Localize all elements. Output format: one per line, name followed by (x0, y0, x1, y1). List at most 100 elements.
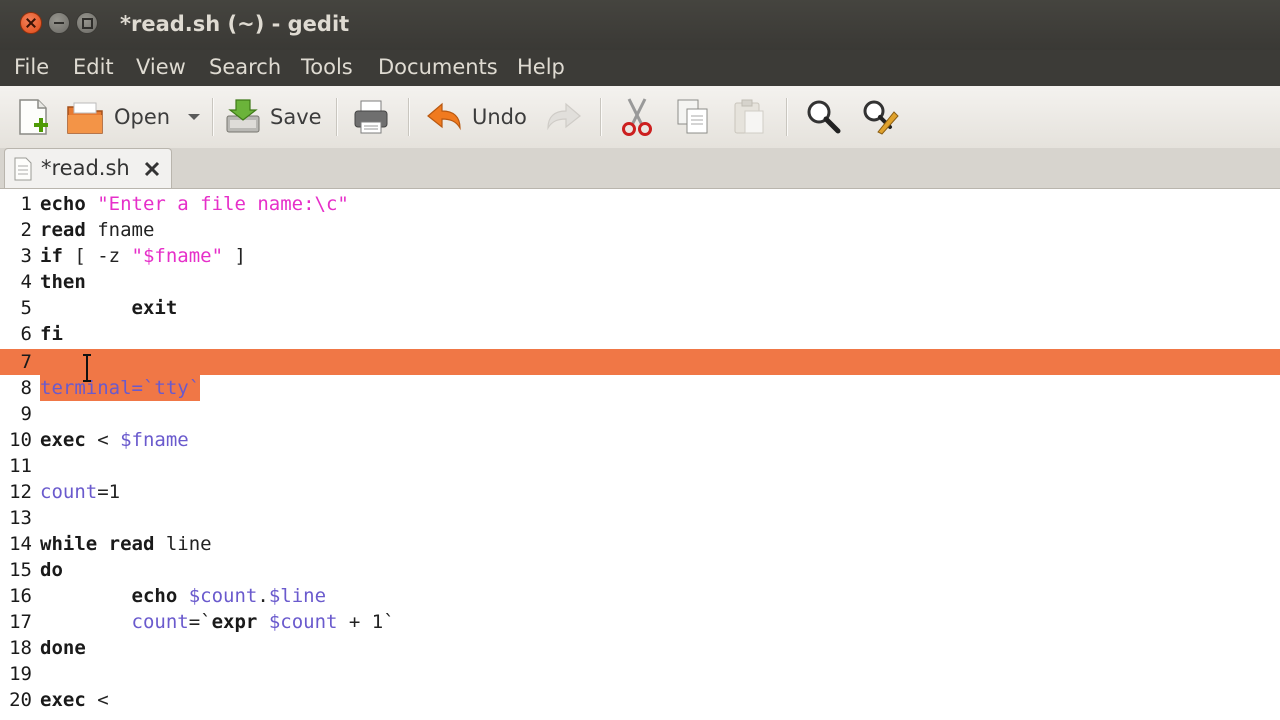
menu-bar: File Edit View Search Tools Documents He… (0, 50, 1280, 86)
toolbar-separator (600, 98, 602, 136)
toolbar-separator (408, 98, 410, 136)
find-replace-icon (863, 100, 899, 135)
toolbar-separator (336, 98, 338, 136)
code-text: fi (40, 323, 63, 345)
line-number: 19 (9, 663, 32, 685)
scissors-icon (622, 98, 652, 136)
line-number: 18 (9, 637, 32, 659)
line-number: 13 (9, 507, 32, 529)
code-line: 6 fi (0, 321, 1280, 347)
menu-view[interactable]: View (136, 55, 186, 79)
undo-button[interactable]: Undo (426, 94, 527, 140)
search-icon (807, 100, 841, 134)
line-number: 10 (9, 429, 32, 451)
line-number: 6 (20, 323, 32, 345)
code-editor[interactable]: 1 echo "Enter a file name:\c" 2 read fna… (0, 189, 1280, 720)
copy-icon (677, 99, 708, 134)
line-number: 14 (9, 533, 32, 555)
code-line: 18 done (0, 635, 1280, 661)
line-number: 16 (9, 585, 32, 607)
minimize-window-button[interactable] (48, 12, 70, 34)
code-text: exit (131, 297, 178, 319)
window-title: *read.sh (~) - gedit (120, 12, 350, 36)
line-number: 11 (9, 455, 32, 477)
menu-help[interactable]: Help (517, 55, 565, 79)
line-number: 4 (20, 271, 32, 293)
print-button[interactable] (352, 94, 390, 140)
find-button[interactable] (804, 94, 842, 140)
code-line: 4 then (0, 269, 1280, 295)
menu-documents[interactable]: Documents (378, 55, 498, 79)
code-line: 10 exec < $fname (0, 427, 1280, 453)
code-line: 15 do (0, 557, 1280, 583)
code-line: 13 (0, 505, 1280, 531)
menu-file[interactable]: File (14, 55, 49, 79)
folder-icon (67, 102, 103, 134)
redo-button[interactable] (544, 94, 582, 140)
code-text: count=`expr $count + 1` (131, 611, 395, 633)
tab-read-sh[interactable]: *read.sh (4, 148, 172, 188)
find-replace-button[interactable] (860, 94, 900, 140)
new-document-button[interactable] (14, 94, 52, 140)
code-line: 11 (0, 453, 1280, 479)
line-number: 5 (20, 297, 32, 319)
close-tab-button[interactable] (142, 155, 162, 184)
code-line: 9 (0, 401, 1280, 427)
code-text: read fname (40, 219, 155, 241)
copy-button[interactable] (674, 94, 712, 140)
toolbar: Open Save Undo (0, 86, 1280, 148)
save-icon (226, 99, 260, 133)
code-line: 16 echo $count.$line (0, 583, 1280, 609)
code-line: 2 read fname (0, 217, 1280, 243)
line-number: 20 (9, 689, 32, 711)
undo-label: Undo (472, 105, 527, 129)
code-text: echo $count.$line (131, 585, 327, 607)
code-text: exec < (40, 689, 109, 711)
menu-edit[interactable]: Edit (73, 55, 114, 79)
code-text: if [ -z "$fname" ] (40, 245, 246, 267)
tab-label: *read.sh (41, 156, 130, 180)
code-line: 8 terminal=`tty` (0, 375, 1280, 401)
menu-tools[interactable]: Tools (301, 55, 353, 79)
code-line: 19 (0, 661, 1280, 687)
paste-button[interactable] (730, 94, 768, 140)
close-icon (144, 161, 160, 177)
line-number: 3 (20, 245, 32, 267)
code-text-selected: terminal=`tty` (40, 375, 201, 401)
line-number: 15 (9, 559, 32, 581)
open-recent-dropdown[interactable] (186, 94, 202, 140)
code-line: 5 exit (0, 295, 1280, 321)
menu-search[interactable]: Search (209, 55, 281, 79)
code-line: 12 count=1 (0, 479, 1280, 505)
code-line: 3 if [ -z "$fname" ] (0, 243, 1280, 269)
code-text: done (40, 637, 86, 659)
code-line: 17 count=`expr $count + 1` (0, 609, 1280, 635)
toolbar-separator (212, 98, 214, 136)
open-label: Open (114, 105, 171, 129)
printer-icon (354, 100, 388, 134)
line-number: 17 (9, 611, 32, 633)
document-tab-bar: *read.sh (0, 148, 1280, 189)
line-number: 8 (20, 377, 32, 399)
text-file-icon (14, 157, 32, 181)
title-bar: *read.sh (~) - gedit (0, 0, 1280, 50)
code-text: then (40, 271, 86, 293)
code-text: exec < $fname (40, 429, 189, 451)
code-text: while read line (40, 533, 212, 555)
toolbar-separator (786, 98, 788, 136)
cut-button[interactable] (618, 94, 656, 140)
line-number: 9 (20, 403, 32, 425)
code-text: do (40, 559, 63, 581)
maximize-window-button[interactable] (76, 12, 98, 34)
line-number: 1 (20, 193, 32, 215)
code-text: count=1 (40, 481, 121, 503)
chevron-down-icon (188, 114, 200, 120)
code-text: echo "Enter a file name:\c" (40, 193, 349, 215)
line-number: 12 (9, 481, 32, 503)
save-button[interactable]: Save (224, 94, 322, 140)
close-window-button[interactable] (20, 12, 42, 34)
line-number: 7 (20, 351, 32, 373)
paste-icon (734, 99, 764, 134)
open-button[interactable]: Open (66, 94, 170, 140)
redo-icon (547, 102, 581, 131)
